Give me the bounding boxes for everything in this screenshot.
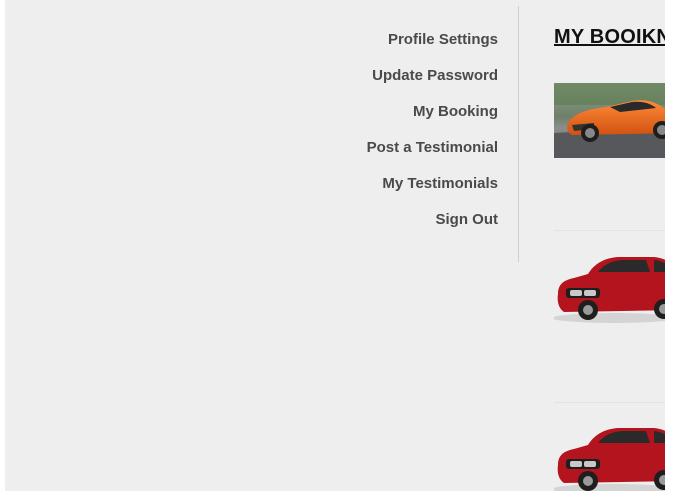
booking-separator bbox=[554, 230, 665, 231]
booking-separator bbox=[554, 402, 665, 403]
sidebar-item-post-testimonial[interactable]: Post a Testimonial bbox=[367, 139, 498, 156]
car-image[interactable] bbox=[554, 421, 665, 491]
sidebar-item-my-testimonials[interactable]: My Testimonials bbox=[382, 175, 498, 192]
bookings-content: MY BOOIKNGS bbox=[554, 0, 665, 491]
sidebar-item-update-password[interactable]: Update Password bbox=[372, 67, 498, 84]
sidebar-item-sign-out[interactable]: Sign Out bbox=[436, 211, 499, 228]
sidebar-divider bbox=[518, 6, 519, 262]
booking-item bbox=[554, 83, 665, 158]
car-image[interactable] bbox=[554, 250, 665, 325]
account-sidebar-menu: Profile Settings Update Password My Book… bbox=[5, 0, 498, 262]
car-image[interactable] bbox=[554, 83, 665, 158]
booking-item bbox=[554, 421, 665, 491]
sidebar-item-my-booking[interactable]: My Booking bbox=[413, 103, 498, 120]
account-panel: Profile Settings Update Password My Book… bbox=[5, 0, 665, 491]
sidebar-item-profile-settings[interactable]: Profile Settings bbox=[388, 31, 498, 48]
page-title: MY BOOIKNGS bbox=[554, 26, 665, 48]
booking-item bbox=[554, 250, 665, 325]
